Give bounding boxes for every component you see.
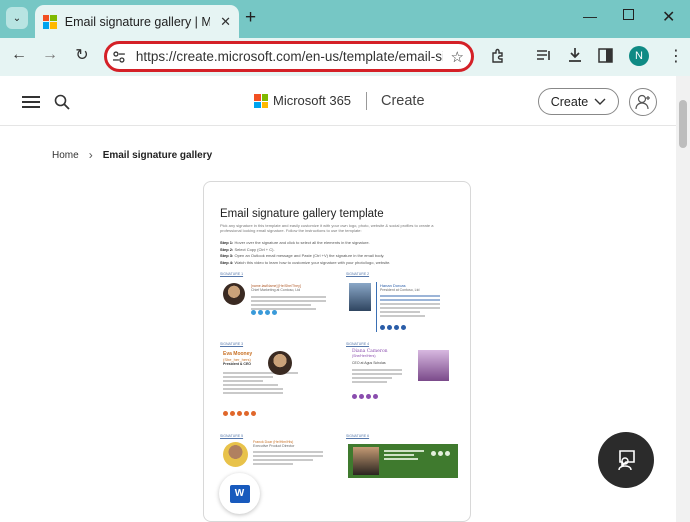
signature-1-social-icons bbox=[251, 310, 277, 315]
signature-5-label: SIGNATURE 5 bbox=[220, 434, 244, 438]
window-close-icon[interactable]: ✕ bbox=[662, 7, 675, 27]
word-icon: W bbox=[229, 484, 250, 503]
back-icon[interactable]: ← bbox=[9, 46, 29, 64]
sign-in-button[interactable] bbox=[629, 88, 657, 116]
signature-2-divider bbox=[376, 282, 377, 332]
breadcrumb: Home › Email signature gallery bbox=[52, 148, 212, 162]
template-preview-card[interactable]: Email signature gallery template Pick an… bbox=[203, 181, 471, 522]
signature-1-label: SIGNATURE 1 bbox=[220, 272, 244, 276]
microsoft-logo-icon bbox=[254, 94, 268, 108]
breadcrumb-home-link[interactable]: Home bbox=[52, 150, 79, 161]
template-doc-title: Email signature gallery template bbox=[220, 208, 384, 220]
template-intro: Pick any signature in this template and … bbox=[220, 223, 434, 233]
signature-1-photo bbox=[223, 283, 245, 305]
word-app-badge[interactable]: W bbox=[219, 473, 260, 514]
address-bar[interactable]: https://create.microsoft.com/en-us/templ… bbox=[112, 45, 464, 68]
breadcrumb-current: Email signature gallery bbox=[102, 149, 213, 161]
chat-feedback-icon bbox=[618, 450, 635, 471]
maximize-icon[interactable] bbox=[623, 9, 634, 20]
template-steps: Step 1: Hover over the signature and cli… bbox=[220, 240, 391, 265]
signature-3-photo bbox=[268, 351, 292, 375]
signature-2-block: Hanan Dorcas President at Contoso, Ltd bbox=[380, 283, 460, 319]
extensions-icon[interactable] bbox=[490, 48, 506, 64]
signature-5-block: Franck Doar (He/Him/His) Executive Produ… bbox=[253, 440, 333, 467]
profile-avatar[interactable]: N bbox=[629, 46, 649, 66]
signature-6-social-icons bbox=[431, 451, 450, 456]
more-menu-icon[interactable]: ⋮ bbox=[668, 46, 684, 66]
signature-3-social-icons bbox=[223, 411, 256, 416]
tab-title: Email signature gallery | Micro bbox=[64, 14, 211, 29]
scrollbar-thumb[interactable] bbox=[679, 100, 687, 148]
create-button-label: Create bbox=[550, 94, 589, 109]
signature-5-photo bbox=[223, 442, 248, 467]
chevron-down-icon bbox=[594, 98, 606, 105]
microsoft-favicon-icon bbox=[43, 14, 57, 29]
side-panel-icon[interactable] bbox=[598, 48, 613, 63]
chevron-right-icon: › bbox=[88, 148, 93, 162]
signature-6-label: SIGNATURE 6 bbox=[346, 434, 370, 438]
download-icon[interactable] bbox=[567, 47, 583, 63]
search-icon[interactable] bbox=[54, 94, 70, 110]
section-title[interactable]: Create bbox=[381, 93, 425, 109]
signature-6-photo bbox=[353, 447, 379, 475]
signature-1-block: [name.lastName] [He/She/They] Chief Mark… bbox=[251, 284, 336, 312]
site-info-icon[interactable] bbox=[112, 50, 126, 64]
minimize-icon[interactable]: — bbox=[583, 8, 597, 24]
url-text: https://create.microsoft.com/en-us/templ… bbox=[135, 49, 443, 64]
active-tab[interactable]: Email signature gallery | Micro ✕ bbox=[35, 5, 239, 38]
create-dropdown-button[interactable]: Create bbox=[538, 88, 619, 115]
signature-4-photo bbox=[418, 350, 449, 381]
new-tab-icon[interactable]: + bbox=[245, 7, 256, 29]
signature-4-block: Diana Cameron (She/Her/Hers) CEO at Agus… bbox=[352, 349, 422, 385]
header-divider bbox=[366, 92, 367, 110]
bookmark-star-icon[interactable]: ☆ bbox=[451, 48, 464, 66]
signature-3-label: SIGNATURE 3 bbox=[220, 342, 244, 346]
hamburger-menu-icon[interactable] bbox=[22, 96, 40, 111]
forward-icon[interactable]: → bbox=[40, 46, 60, 64]
person-icon bbox=[635, 94, 650, 110]
signature-2-social-icons bbox=[380, 325, 406, 330]
brand-name[interactable]: Microsoft 365 bbox=[273, 93, 351, 108]
feedback-chat-button[interactable] bbox=[598, 432, 654, 488]
signature-2-photo bbox=[349, 283, 371, 311]
reload-icon[interactable]: ↻ bbox=[72, 45, 92, 65]
signature-4-social-icons bbox=[352, 394, 378, 399]
close-icon[interactable]: ✕ bbox=[220, 14, 231, 30]
tab-list-icon: ⌄ bbox=[12, 12, 22, 24]
reading-list-icon[interactable] bbox=[536, 48, 552, 64]
signature-6-banner bbox=[348, 444, 458, 478]
tab-list-button[interactable]: ⌄ bbox=[6, 7, 28, 29]
signature-2-label: SIGNATURE 2 bbox=[346, 272, 370, 276]
signature-4-label: SIGNATURE 4 bbox=[346, 342, 370, 346]
